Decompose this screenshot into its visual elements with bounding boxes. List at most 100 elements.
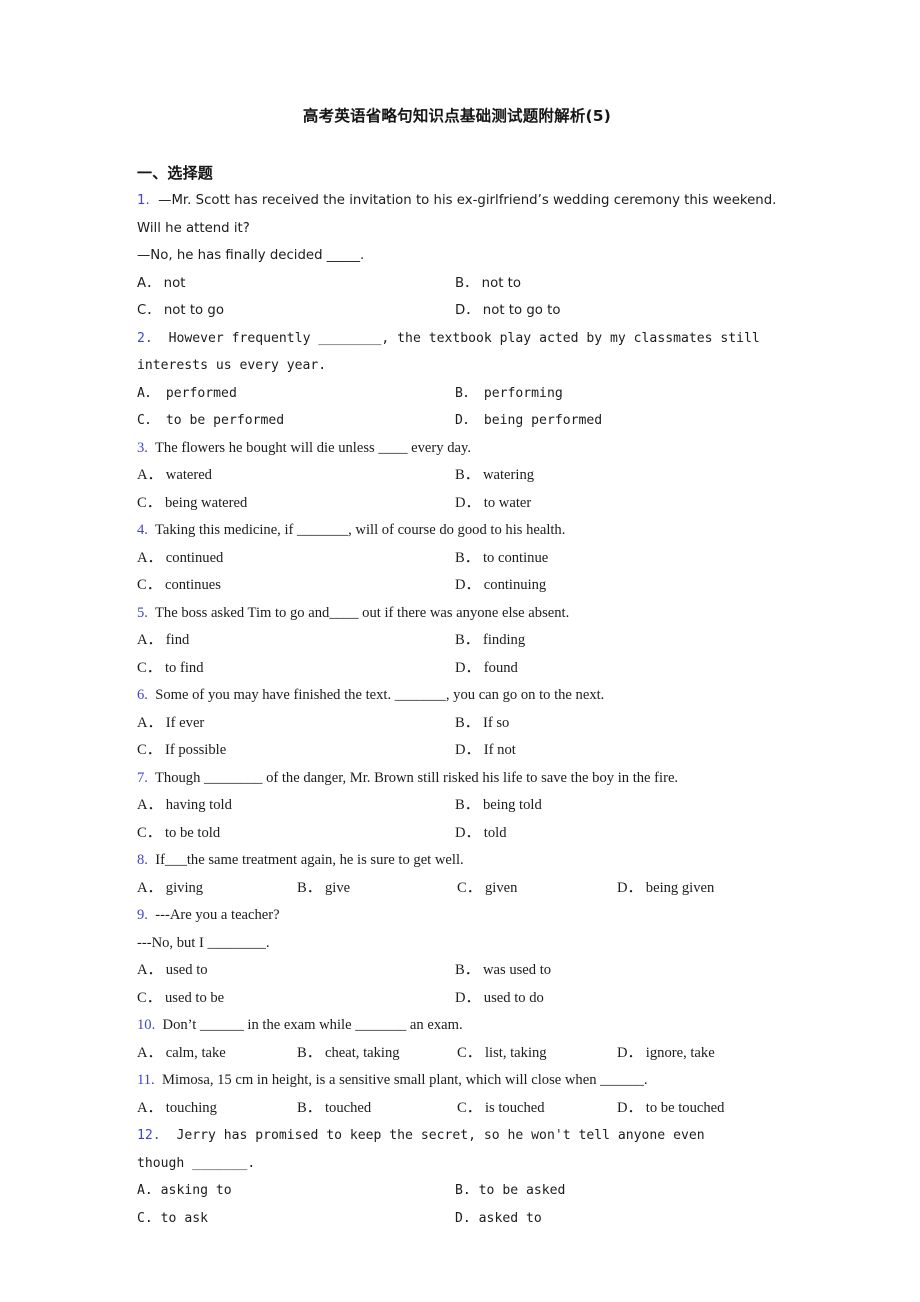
option-choice[interactable]: B． watering <box>455 462 773 490</box>
question-stem: 6. Some of you may have finished the tex… <box>137 682 777 710</box>
option-text: used to do <box>483 989 544 1006</box>
option-choice[interactable]: B． to continue <box>455 545 773 573</box>
option-letter: C． <box>137 824 162 841</box>
option-text: touched <box>324 1099 372 1116</box>
option-letter: D． <box>617 1044 643 1061</box>
option-row: C． continues D． continuing <box>137 572 777 600</box>
option-row: A． continued B． to continue <box>137 545 777 573</box>
option-text: is touched <box>484 1099 545 1116</box>
option-choice[interactable]: B． performing <box>455 380 773 408</box>
option-choice[interactable]: C． list, taking <box>457 1040 617 1068</box>
question-number: 5. <box>137 604 148 621</box>
option-choice[interactable]: D． being performed <box>455 407 773 435</box>
option-choice[interactable]: A． If ever <box>137 710 455 738</box>
option-choice[interactable]: A． performed <box>137 380 455 408</box>
option-choice[interactable]: A． not <box>137 270 455 298</box>
option-choice[interactable]: B． If so <box>455 710 773 738</box>
option-choice[interactable]: D． being given <box>617 875 787 903</box>
option-text: not to <box>481 275 522 291</box>
option-choice[interactable]: B． finding <box>455 627 773 655</box>
option-choice[interactable]: D． to be touched <box>617 1095 787 1123</box>
option-choice[interactable]: A． watered <box>137 462 455 490</box>
option-choice[interactable]: A． touching <box>137 1095 297 1123</box>
option-choice[interactable]: D． used to do <box>455 985 773 1013</box>
option-choice[interactable]: C． used to be <box>137 985 455 1013</box>
option-choice[interactable]: C． is touched <box>457 1095 617 1123</box>
option-text: list, taking <box>484 1044 547 1061</box>
option-choice[interactable]: C． given <box>457 875 617 903</box>
option-text: touching <box>165 1099 217 1116</box>
option-choice[interactable]: B. to be asked <box>455 1177 773 1205</box>
option-text: to be asked <box>478 1183 566 1198</box>
option-row: A． calm, take B． cheat, taking C． list, ta… <box>137 1040 777 1068</box>
option-choice[interactable]: C． to be told <box>137 820 455 848</box>
option-row: C． to be performed D． being performed <box>137 407 777 435</box>
option-choice[interactable]: C． not to go <box>137 297 455 325</box>
option-letter: B． <box>297 879 322 896</box>
option-choice[interactable]: B． cheat, taking <box>297 1040 457 1068</box>
option-text: not <box>163 275 186 291</box>
option-letter: A． <box>137 275 160 291</box>
option-text: to be told <box>164 824 221 841</box>
option-choice[interactable]: B． was used to <box>455 957 773 985</box>
option-choice[interactable]: D． to water <box>455 490 773 518</box>
option-choice[interactable]: C． being watered <box>137 490 455 518</box>
option-choice[interactable]: A． giving <box>137 875 297 903</box>
option-choice[interactable]: C． to be performed <box>137 407 455 435</box>
option-letter: C． <box>457 1099 482 1116</box>
option-choice[interactable]: B． not to <box>455 270 773 298</box>
option-letter: C． <box>137 742 162 758</box>
option-text: used to be <box>164 989 225 1006</box>
option-choice[interactable]: B． being told <box>455 792 773 820</box>
option-choice[interactable]: A. asking to <box>137 1177 455 1205</box>
option-choice[interactable]: A． calm, take <box>137 1040 297 1068</box>
option-text: being given <box>645 879 715 896</box>
option-choice[interactable]: A． continued <box>137 545 455 573</box>
option-choice[interactable]: D. asked to <box>455 1205 773 1233</box>
option-letter: A． <box>137 467 163 483</box>
question-block: 7. Though ________ of the danger, Mr. Br… <box>137 765 777 848</box>
question-stem: 4. Taking this medicine, if _______, wil… <box>137 517 777 545</box>
option-choice[interactable]: C. to ask <box>137 1205 455 1233</box>
option-choice[interactable]: D． continuing <box>455 572 773 600</box>
option-text: performed <box>165 385 237 401</box>
option-choice[interactable]: D． found <box>455 655 773 683</box>
option-choice[interactable]: D． If not <box>455 737 773 765</box>
option-row: C． If possible D． If not <box>137 737 777 765</box>
option-choice[interactable]: A． find <box>137 627 455 655</box>
question-stem: 11. Mimosa, 15 cm in height, is a sensit… <box>137 1067 777 1095</box>
question-number: 2. <box>137 330 153 346</box>
option-letter: D． <box>455 577 481 593</box>
option-choice[interactable]: C． continues <box>137 572 455 600</box>
option-choice[interactable]: B． touched <box>297 1095 457 1123</box>
option-choice[interactable]: C． If possible <box>137 737 455 765</box>
option-choice[interactable]: D． told <box>455 820 773 848</box>
option-row: C． to be told D． told <box>137 820 777 848</box>
option-text: If not <box>483 742 516 758</box>
question-number: 7. <box>137 769 148 786</box>
option-choice[interactable]: A． used to <box>137 957 455 985</box>
option-text: being watered <box>164 494 248 511</box>
option-letter: C. <box>137 1210 153 1226</box>
option-choice[interactable]: A． having told <box>137 792 455 820</box>
option-choice[interactable]: D． not to go to <box>455 297 773 325</box>
option-letter: C． <box>457 1044 482 1061</box>
question-text: Mimosa, 15 cm in height, is a sensitive … <box>162 1072 648 1088</box>
question-number: 11. <box>137 1072 155 1088</box>
option-choice[interactable]: B． give <box>297 875 457 903</box>
questions-list: 1. —Mr. Scott has received the invitatio… <box>137 187 777 1232</box>
option-choice[interactable]: C． to find <box>137 655 455 683</box>
option-text: continues <box>164 577 221 593</box>
option-choice[interactable]: D． ignore, take <box>617 1040 787 1068</box>
option-text: find <box>165 632 190 648</box>
option-text: having told <box>165 797 232 813</box>
question-stem-continuation: Will he attend it? <box>137 215 777 243</box>
question-block: 2. However frequently ________, the text… <box>137 325 777 435</box>
